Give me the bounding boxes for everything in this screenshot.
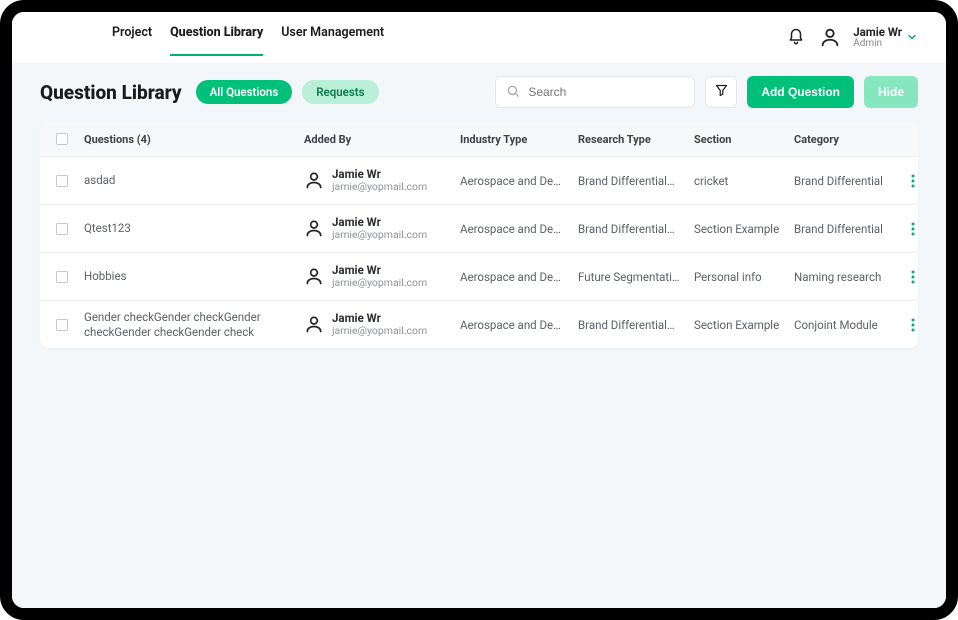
cell-section: Personal info: [690, 270, 790, 284]
cell-section: cricket: [690, 174, 790, 188]
cell-industry: Aerospace and De…: [456, 318, 574, 332]
cell-research: Future Segmentati…: [574, 270, 690, 284]
added-by-email: jamie@yopmail.com: [332, 181, 427, 193]
table-row: Hobbies Jamie Wrjamie@yopmail.comAerospac…: [40, 252, 918, 300]
avatar-icon: [304, 170, 324, 190]
chip-requests[interactable]: Requests: [302, 80, 378, 104]
table-body: asdadJamie Wrjamie@yopmail.comAerospace …: [40, 156, 918, 348]
row-checkbox[interactable]: [56, 223, 68, 235]
hide-button[interactable]: Hide: [864, 76, 918, 108]
cell-section: Section Example: [690, 222, 790, 236]
col-category: Category: [790, 133, 898, 146]
cell-category: Naming research: [790, 270, 898, 284]
toolbar: Question Library All Questions Requests …: [12, 64, 946, 122]
cell-added-by: Jamie Wrjamie@yopmail.com: [300, 216, 456, 241]
col-added-by: Added By: [300, 133, 456, 146]
search-input[interactable]: [528, 85, 678, 99]
nav-item-project[interactable]: Project: [112, 19, 152, 56]
nav-item-question-library[interactable]: Question Library: [170, 19, 263, 56]
filter-button[interactable]: [705, 76, 737, 108]
cell-industry: Aerospace and De…: [456, 270, 574, 284]
add-question-button[interactable]: Add Question: [747, 76, 854, 108]
table-row: Qtest123 Jamie Wrjamie@yopmail.comAerospa…: [40, 204, 918, 252]
table-header: Questions (4) Added By Industry Type Res…: [40, 122, 918, 156]
avatar-icon: [304, 266, 324, 286]
cell-added-by: Jamie Wrjamie@yopmail.com: [300, 168, 456, 193]
added-by-email: jamie@yopmail.com: [332, 277, 427, 289]
table-row: asdad Jamie Wrjamie@yopmail.comAerospace …: [40, 156, 918, 204]
avatar-icon: [304, 314, 324, 334]
user-avatar-icon: [819, 26, 841, 48]
content-area: Question Library All Questions Requests …: [12, 64, 946, 608]
cell-question: Qtest123: [80, 221, 290, 235]
top-nav: Project Question Library User Management: [112, 19, 384, 56]
cell-research: Brand Differential…: [574, 174, 690, 188]
topbar: Project Question Library User Management…: [12, 12, 946, 64]
cell-question: asdad: [80, 173, 290, 187]
cell-research: Brand Differential…: [574, 222, 690, 236]
cell-industry: Aerospace and De…: [456, 222, 574, 236]
avatar-icon: [304, 218, 324, 238]
added-by-email: jamie@yopmail.com: [332, 229, 427, 241]
select-all-checkbox[interactable]: [56, 133, 68, 145]
user-name: Jamie Wr: [853, 26, 902, 39]
col-research: Research Type: [574, 133, 690, 146]
row-actions-menu[interactable]: [902, 314, 918, 336]
table-row: Gender checkGender checkGender checkGend…: [40, 300, 918, 348]
cell-section: Section Example: [690, 318, 790, 332]
cell-category: Brand Differential: [790, 222, 898, 236]
col-industry: Industry Type: [456, 133, 574, 146]
cell-added-by: Jamie Wrjamie@yopmail.com: [300, 264, 456, 289]
col-questions: Questions (4): [80, 133, 300, 146]
user-role: Admin: [853, 38, 902, 49]
cell-research: Brand Differential…: [574, 318, 690, 332]
user-menu[interactable]: Jamie Wr Admin: [853, 26, 918, 50]
row-checkbox[interactable]: [56, 271, 68, 283]
chip-all-questions[interactable]: All Questions: [196, 80, 293, 104]
filter-icon: [714, 83, 729, 102]
col-section: Section: [690, 133, 790, 146]
page-title: Question Library: [40, 81, 182, 104]
row-actions-menu[interactable]: [902, 218, 918, 240]
nav-item-user-management[interactable]: User Management: [281, 19, 384, 56]
search-input-wrapper[interactable]: [495, 76, 695, 108]
cell-category: Brand Differential: [790, 174, 898, 188]
row-actions-menu[interactable]: [902, 170, 918, 192]
search-icon: [506, 83, 520, 102]
cell-category: Conjoint Module: [790, 318, 898, 332]
cell-added-by: Jamie Wrjamie@yopmail.com: [300, 312, 456, 337]
cell-industry: Aerospace and De…: [456, 174, 574, 188]
row-actions-menu[interactable]: [902, 266, 918, 288]
added-by-email: jamie@yopmail.com: [332, 325, 427, 337]
chevron-down-icon: [906, 28, 918, 47]
bell-icon[interactable]: [785, 26, 807, 48]
questions-table: Questions (4) Added By Industry Type Res…: [40, 122, 918, 348]
row-checkbox[interactable]: [56, 175, 68, 187]
row-checkbox[interactable]: [56, 319, 68, 331]
cell-question: Hobbies: [80, 269, 290, 283]
cell-question: Gender checkGender checkGender checkGend…: [80, 310, 290, 339]
